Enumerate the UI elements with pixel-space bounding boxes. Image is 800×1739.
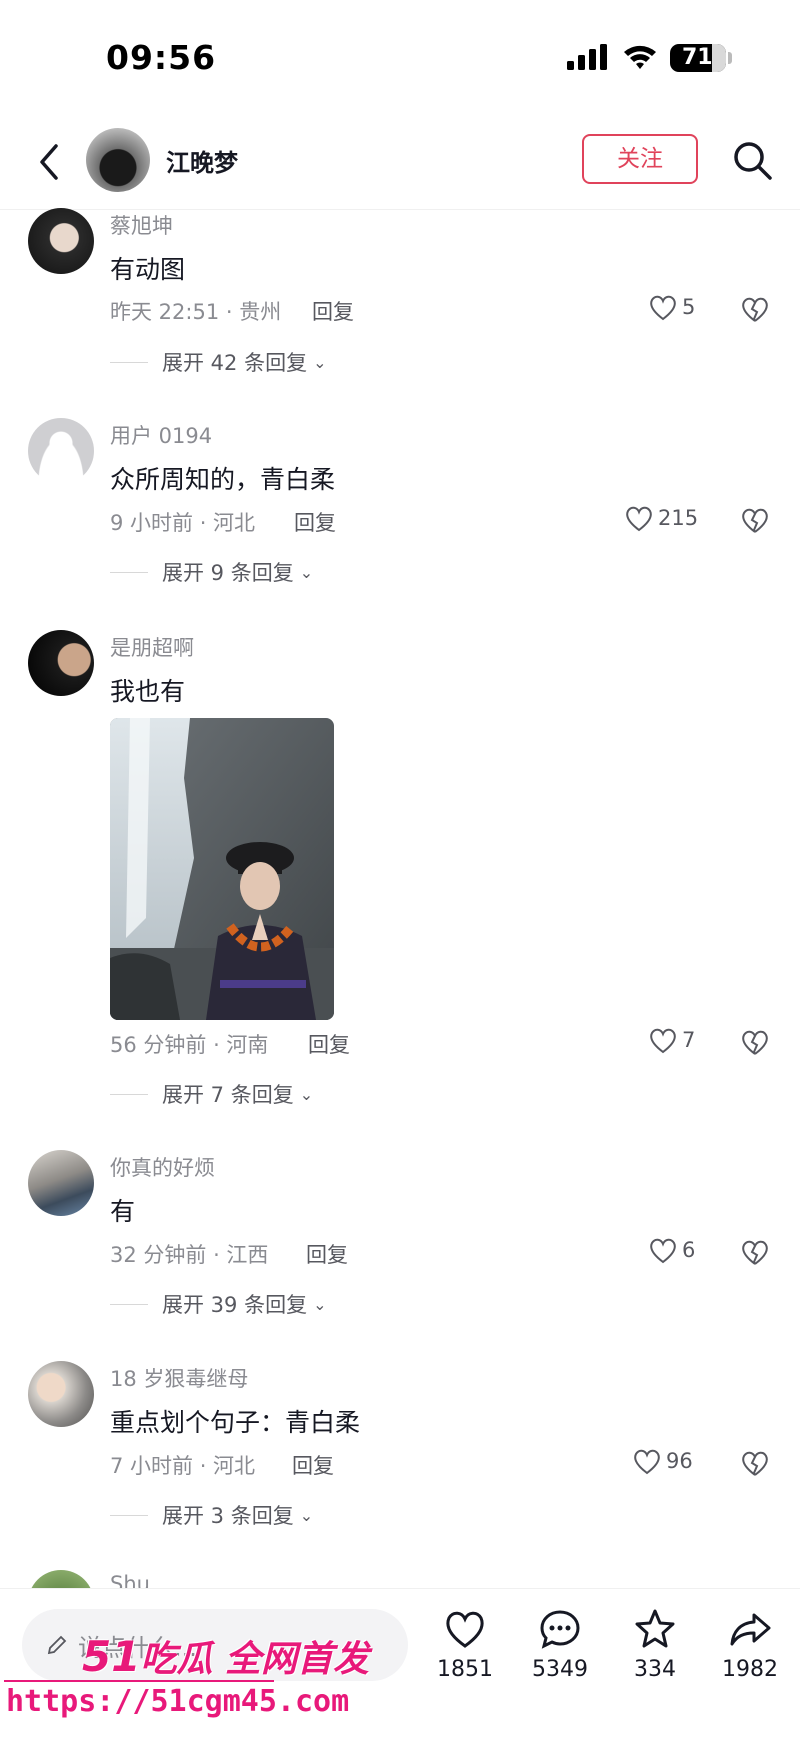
pencil-icon: [47, 1635, 67, 1655]
watermark-url: https://51cgm45.com: [6, 1684, 350, 1719]
reply-button[interactable]: 回复: [292, 1450, 334, 1480]
commenter-name[interactable]: 蔡旭坤: [110, 210, 173, 240]
comment-image[interactable]: [110, 718, 334, 1020]
heart-icon: [650, 295, 676, 321]
expand-divider: [110, 1303, 148, 1305]
comment-text: 我也有: [110, 677, 186, 706]
comment-meta: 9 小时前 · 河北: [110, 511, 256, 535]
like-total: 1851: [437, 1657, 493, 1682]
expand-replies[interactable]: 展开 42 条回复 ⌄: [110, 347, 326, 377]
expand-divider: [110, 1093, 148, 1095]
expand-replies-label: 展开 9 条回复: [162, 561, 294, 585]
chevron-down-icon: ⌄: [299, 562, 314, 582]
author-name[interactable]: 江晚梦: [166, 143, 238, 178]
author-avatar[interactable]: [86, 128, 150, 192]
like-action[interactable]: 1851: [420, 1607, 510, 1682]
commenter-avatar[interactable]: [28, 418, 94, 484]
like-button[interactable]: 7: [648, 1026, 695, 1054]
comment-text: 有动图: [110, 255, 186, 284]
share-arrow-icon: [730, 1613, 771, 1646]
expand-replies-label: 展开 7 条回复: [162, 1083, 294, 1107]
expand-divider: [110, 361, 148, 363]
star-icon: [635, 1609, 675, 1648]
comment-meta: 56 分钟前 · 河南: [110, 1033, 269, 1057]
watermark-slogan: 吃瓜 全网首发: [140, 1639, 369, 1680]
heart-icon: [650, 1238, 676, 1264]
reply-button[interactable]: 回复: [294, 507, 336, 537]
comment-action[interactable]: 5349: [515, 1607, 605, 1682]
expand-replies-label: 展开 39 条回复: [162, 1293, 308, 1317]
comment-bubble-icon: [540, 1610, 580, 1649]
comment-text: 众所周知的，青白柔: [110, 465, 336, 494]
wifi-icon: [624, 45, 656, 69]
broken-heart-icon[interactable]: [740, 1449, 770, 1477]
heart-icon: [634, 1449, 660, 1475]
watermark-brand: 51吃瓜 全网首发: [82, 1630, 369, 1682]
back-arrow-icon[interactable]: [30, 140, 70, 184]
commenter-name[interactable]: 是朋超啊: [110, 632, 194, 662]
watermark-underline: [4, 1680, 274, 1682]
broken-heart-icon[interactable]: [740, 1028, 770, 1056]
follow-button[interactable]: 关注: [582, 134, 698, 184]
expand-replies[interactable]: 展开 39 条回复 ⌄: [110, 1289, 326, 1319]
commenter-name[interactable]: 18 岁狠毒继母: [110, 1363, 248, 1393]
search-icon[interactable]: [730, 138, 774, 182]
reply-button[interactable]: 回复: [312, 296, 354, 326]
status-time: 09:56: [106, 38, 217, 77]
comment-text: 有: [110, 1197, 136, 1226]
watermark-number: 51: [82, 1632, 141, 1681]
commenter-avatar[interactable]: [28, 1150, 94, 1216]
chevron-down-icon: ⌄: [299, 1084, 314, 1104]
share-action[interactable]: 1982: [705, 1607, 795, 1682]
broken-heart-icon[interactable]: [740, 1238, 770, 1266]
commenter-name[interactable]: 用户 0194: [110, 420, 212, 450]
like-count: 6: [682, 1238, 696, 1262]
like-count: 215: [658, 506, 699, 530]
battery-level: 71: [682, 45, 713, 70]
comment-text: 重点划个句子：青白柔: [110, 1408, 361, 1437]
comment-total: 5349: [532, 1657, 588, 1682]
share-total: 1982: [722, 1657, 778, 1682]
commenter-avatar[interactable]: [28, 1361, 94, 1427]
like-button[interactable]: 6: [648, 1236, 695, 1264]
like-button[interactable]: 96: [632, 1447, 693, 1475]
expand-replies-label: 展开 42 条回复: [162, 351, 308, 375]
chevron-down-icon: ⌄: [313, 1294, 327, 1314]
favorite-action[interactable]: 334: [610, 1607, 700, 1682]
cellular-signal-icon: [567, 44, 607, 70]
chevron-down-icon: ⌄: [313, 352, 327, 372]
reply-button[interactable]: 回复: [308, 1029, 350, 1059]
heart-icon: [626, 506, 652, 532]
heart-icon: [650, 1028, 676, 1054]
like-count: 96: [666, 1449, 693, 1473]
expand-replies[interactable]: 展开 3 条回复 ⌄: [110, 1500, 313, 1530]
expand-divider: [110, 571, 148, 573]
chevron-down-icon: ⌄: [299, 1505, 314, 1525]
like-count: 7: [682, 1028, 696, 1052]
reply-button[interactable]: 回复: [306, 1239, 348, 1269]
like-button[interactable]: 5: [648, 293, 695, 321]
heart-icon: [446, 1611, 484, 1648]
broken-heart-icon[interactable]: [740, 506, 770, 534]
broken-heart-icon[interactable]: [740, 295, 770, 323]
commenter-avatar[interactable]: [28, 630, 94, 696]
waterfall-photo: [110, 718, 334, 1020]
expand-replies[interactable]: 展开 7 条回复 ⌄: [110, 1079, 313, 1109]
favorite-total: 334: [634, 1657, 676, 1682]
expand-divider: [110, 1514, 148, 1516]
expand-replies-label: 展开 3 条回复: [162, 1504, 294, 1528]
battery-nub: [728, 52, 732, 64]
commenter-name[interactable]: 你真的好烦: [110, 1152, 215, 1182]
like-count: 5: [682, 295, 696, 319]
commenter-avatar[interactable]: [28, 208, 94, 274]
status-bar: 09:56 71: [0, 0, 800, 110]
battery-indicator: 71: [670, 44, 726, 72]
video-header: 江晚梦 关注: [0, 118, 800, 210]
comment-meta: 32 分钟前 · 江西: [110, 1243, 269, 1267]
comment-meta: 7 小时前 · 河北: [110, 1454, 256, 1478]
comment-meta: 昨天 22:51 · 贵州: [110, 300, 282, 324]
expand-replies[interactable]: 展开 9 条回复 ⌄: [110, 557, 313, 587]
like-button[interactable]: 215: [624, 504, 698, 532]
